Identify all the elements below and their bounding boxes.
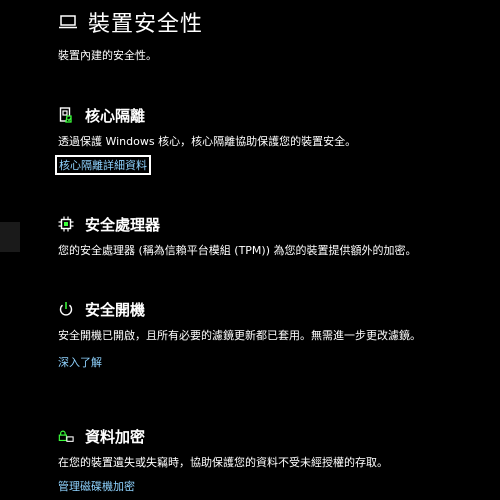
- section-description: 安全開機已開啟，且所有必要的濾鏡更新都已套用。無需進一步更改濾鏡。: [58, 329, 421, 342]
- section-header: 核心隔離: [58, 103, 468, 127]
- section-title: 安全處理器: [85, 215, 161, 234]
- section-title: 資料加密: [85, 427, 146, 446]
- section-header: 安全開機: [58, 297, 468, 321]
- laptop-icon: [58, 12, 78, 32]
- section-title: 核心隔離: [85, 106, 146, 125]
- learn-more-link[interactable]: 深入了解: [58, 354, 102, 370]
- lock-icon: [58, 428, 74, 444]
- chip-icon: [58, 216, 74, 232]
- page-header: 裝置安全性: [58, 2, 203, 42]
- side-scroll-handle[interactable]: [0, 222, 20, 252]
- core-isolation-details-link[interactable]: 核心隔離詳細資料: [55, 155, 151, 175]
- core-isolation-icon: [58, 107, 74, 123]
- page-title: 裝置安全性: [88, 12, 204, 37]
- section-description: 透過保護 Windows 核心，核心隔離協助保護您的裝置安全。: [58, 135, 357, 148]
- power-icon: [58, 301, 74, 317]
- section-title: 安全開機: [85, 300, 146, 319]
- manage-drive-encryption-link[interactable]: 管理磁碟機加密: [58, 478, 135, 494]
- section-header: 安全處理器: [58, 212, 468, 236]
- page-subtitle: 裝置內建的安全性。: [58, 49, 157, 62]
- section-header: 資料加密: [58, 424, 468, 448]
- section-security-processor: 安全處理器 您的安全處理器 (稱為信賴平台模組 (TPM)) 為您的裝置提供額外…: [58, 212, 468, 260]
- section-core-isolation: 核心隔離 透過保護 Windows 核心，核心隔離協助保護您的裝置安全。 核心隔…: [55, 103, 468, 175]
- section-description: 您的安全處理器 (稱為信賴平台模組 (TPM)) 為您的裝置提供額外的加密。: [58, 244, 417, 257]
- section-data-encryption: 資料加密 在您的裝置遺失或失竊時，協助保護您的資料不受未經授權的存取。 管理磁碟…: [58, 424, 468, 494]
- section-description: 在您的裝置遺失或失竊時，協助保護您的資料不受未經授權的存取。: [58, 456, 388, 469]
- device-security-page: 裝置安全性 裝置內建的安全性。 核心隔離 透過保護 Windows 核心，核心隔…: [0, 0, 500, 500]
- section-secure-boot: 安全開機 安全開機已開啟，且所有必要的濾鏡更新都已套用。無需進一步更改濾鏡。 深…: [58, 297, 468, 370]
